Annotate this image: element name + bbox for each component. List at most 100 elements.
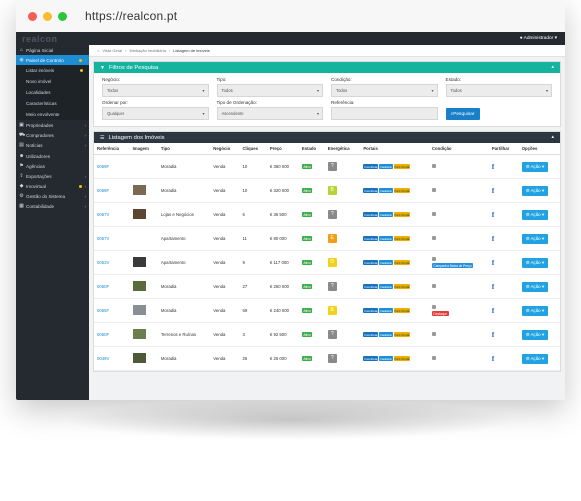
sidebar-item[interactable]: ▣ Propriedades ›	[16, 120, 89, 130]
action-dropdown-button[interactable]: ⚙ Ação ▾	[521, 185, 549, 196]
property-thumbnail[interactable]	[132, 305, 146, 315]
portal-badge[interactable]: Imovirtual	[363, 308, 379, 314]
property-thumbnail[interactable]	[132, 353, 146, 363]
sidebar-item[interactable]: ▤ Notícias ›	[16, 141, 89, 151]
brand-logo[interactable]: realcon	[16, 32, 89, 45]
column-header[interactable]: Portais	[360, 143, 429, 155]
portal-badge[interactable]: Imovirtual	[363, 260, 379, 266]
reference-cell[interactable]: 0068F	[94, 178, 130, 203]
column-header[interactable]: Referência	[94, 143, 130, 155]
action-dropdown-button[interactable]: ⚙ Ação ▾	[521, 281, 549, 292]
sidebar-subitem[interactable]: Meio envolvente	[16, 109, 89, 120]
reference-cell[interactable]: 0060F	[94, 274, 130, 299]
filter-select[interactable]: Ascendente ▾	[216, 107, 323, 120]
collapse-icon[interactable]: ▴	[551, 64, 554, 70]
sidebar-item[interactable]: ⇪ Exportações ›	[16, 171, 89, 181]
portal-badge[interactable]: OLX Portal	[393, 260, 411, 266]
facebook-share-icon[interactable]: f	[492, 235, 494, 243]
condition-checkbox[interactable]	[431, 164, 436, 168]
sidebar-subitem[interactable]: Novo imóvel	[16, 76, 89, 87]
filter-select[interactable]: Todos ▾	[445, 84, 552, 97]
column-header[interactable]: Preço	[266, 143, 299, 155]
portal-badge[interactable]: Idealista	[379, 260, 393, 266]
maximize-dot[interactable]	[58, 11, 67, 21]
portal-badge[interactable]: Idealista	[379, 356, 393, 362]
property-thumbnail[interactable]	[132, 185, 146, 195]
property-thumbnail[interactable]	[132, 281, 146, 291]
portal-badge[interactable]: Imovirtual	[363, 284, 379, 290]
property-thumbnail[interactable]	[132, 209, 146, 219]
reference-cell[interactable]: 0057V	[94, 226, 130, 251]
portal-badge[interactable]: Imovirtual	[363, 188, 379, 194]
action-dropdown-button[interactable]: ⚙ Ação ▾	[521, 161, 549, 172]
action-dropdown-button[interactable]: ⚙ Ação ▾	[521, 209, 549, 220]
reference-cell[interactable]: 0067V	[94, 202, 130, 227]
portal-badge[interactable]: Idealista	[379, 236, 393, 242]
facebook-share-icon[interactable]: f	[492, 259, 494, 267]
sidebar-subitem[interactable]: Localidades	[16, 87, 89, 98]
filter-select[interactable]: Todos ▾	[331, 84, 438, 97]
portal-badge[interactable]: Imovirtual	[363, 164, 379, 170]
portal-badge[interactable]: OLX Portal	[393, 356, 411, 362]
sidebar-item[interactable]: ⛟ Compradores ›	[16, 131, 89, 141]
sidebar-item[interactable]: ☻ Utilizadores	[16, 151, 89, 161]
action-dropdown-button[interactable]: ⚙ Ação ▾	[521, 305, 549, 316]
facebook-share-icon[interactable]: f	[492, 187, 494, 195]
reference-cell[interactable]: 0049V	[94, 346, 130, 371]
sidebar-item[interactable]: ⌂ Página Inicial	[16, 45, 89, 55]
portal-badge[interactable]: OLX Portal	[393, 188, 411, 194]
column-header[interactable]: Negócio	[210, 143, 240, 155]
action-dropdown-button[interactable]: ⚙ Ação ▾	[521, 233, 549, 244]
column-header[interactable]: Opções	[518, 143, 560, 155]
portal-badge[interactable]: OLX Portal	[393, 212, 411, 218]
condition-checkbox[interactable]	[431, 284, 436, 288]
action-dropdown-button[interactable]: ⚙ Ação ▾	[521, 329, 549, 340]
portal-badge[interactable]: Imovirtual	[363, 212, 379, 218]
column-header[interactable]: Condição	[428, 143, 489, 155]
condition-checkbox[interactable]	[431, 305, 436, 309]
listing-header[interactable]: ☰ Listagem dos Imóveis ▴	[94, 132, 560, 143]
condition-checkbox[interactable]	[431, 332, 436, 336]
portal-badge[interactable]: Idealista	[379, 284, 393, 290]
sidebar-item[interactable]: ▦ Contabilidade ›	[16, 202, 89, 212]
breadcrumb-item-2[interactable]: Mediação imobiliária	[129, 48, 165, 53]
portal-badge[interactable]: OLX Portal	[393, 284, 411, 290]
portal-badge[interactable]: Idealista	[379, 212, 393, 218]
condition-checkbox[interactable]	[431, 356, 436, 360]
minimize-dot[interactable]	[43, 11, 52, 21]
column-header[interactable]: Imagem	[129, 143, 158, 155]
filter-select[interactable]: Todos ▾	[102, 84, 209, 97]
filter-select[interactable]: Todos ▾	[216, 84, 323, 97]
reference-cell[interactable]: 0060F	[94, 322, 130, 347]
property-thumbnail[interactable]	[132, 329, 146, 339]
user-menu[interactable]: ● Administrador ▾	[520, 36, 557, 41]
sidebar-item[interactable]: ◆ Imovirtual ›	[16, 182, 89, 192]
reference-cell[interactable]: 0053V	[94, 250, 130, 275]
portal-badge[interactable]: Imovirtual	[363, 356, 379, 362]
sidebar-item[interactable]: ⚑ Agências	[16, 161, 89, 171]
condition-checkbox[interactable]	[431, 188, 436, 192]
reference-cell[interactable]: 0069F	[94, 154, 130, 179]
portal-badge[interactable]: Imovirtual	[363, 236, 379, 242]
sidebar-subitem[interactable]: Características	[16, 98, 89, 109]
close-dot[interactable]	[28, 11, 37, 21]
facebook-share-icon[interactable]: f	[492, 283, 494, 291]
filter-select[interactable]: Qualquer ▾	[102, 107, 209, 120]
portal-badge[interactable]: Idealista	[379, 164, 393, 170]
portal-badge[interactable]: OLX Portal	[393, 164, 411, 170]
address-bar[interactable]: https://realcon.pt	[85, 9, 177, 23]
facebook-share-icon[interactable]: f	[492, 307, 494, 315]
action-dropdown-button[interactable]: ⚙ Ação ▾	[521, 257, 549, 268]
portal-badge[interactable]: OLX Portal	[393, 308, 411, 314]
column-header[interactable]: Cliques	[239, 143, 267, 155]
portal-badge[interactable]: Imovirtual	[363, 332, 379, 338]
search-button[interactable]: ⌕ Pesquisar	[445, 108, 480, 120]
portal-badge[interactable]: OLX Portal	[393, 332, 411, 338]
sidebar-item[interactable]: ⚙ Gestão do Sistema ›	[16, 192, 89, 202]
reference-input[interactable]	[331, 107, 438, 120]
condition-checkbox[interactable]	[431, 257, 436, 261]
column-header[interactable]: Energética	[324, 143, 361, 155]
collapse-icon[interactable]: ▴	[551, 134, 554, 140]
condition-checkbox[interactable]	[431, 212, 436, 216]
facebook-share-icon[interactable]: f	[492, 163, 494, 171]
